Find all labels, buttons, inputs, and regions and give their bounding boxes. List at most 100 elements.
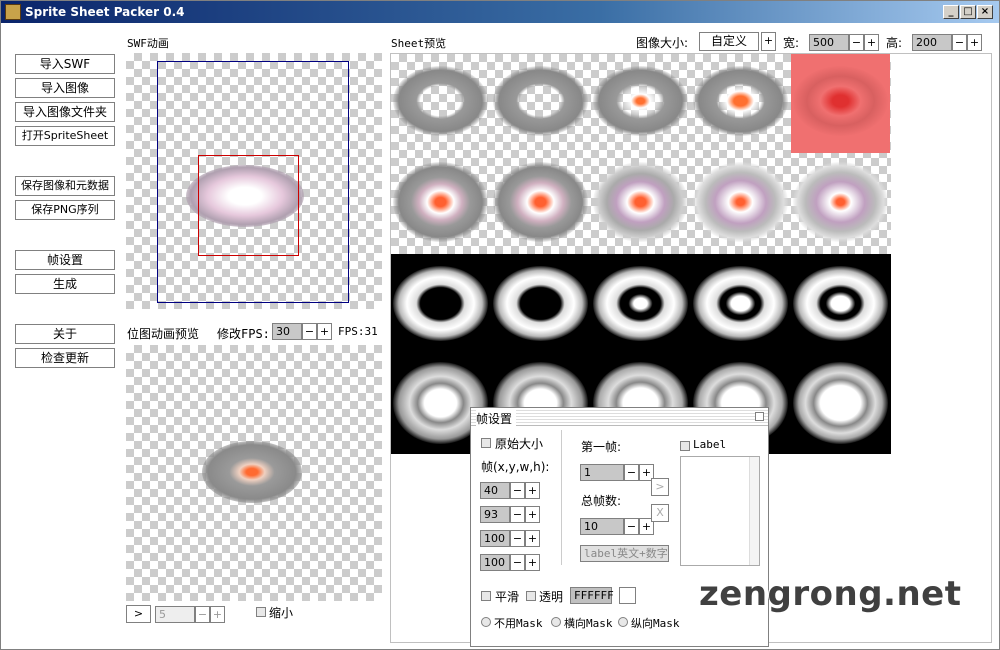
swf-panel-title: SWF动画 [127, 37, 169, 50]
save-png-sequence-button[interactable]: 保存PNG序列 [15, 200, 115, 220]
maximize-button[interactable]: □ [960, 5, 976, 19]
sheet-panel-title: Sheet预览 [391, 37, 447, 50]
smooth-label: 平滑 [495, 590, 520, 604]
shrink-checkbox[interactable] [256, 607, 266, 617]
rect-y-input[interactable]: 93 [480, 506, 510, 523]
rect-w-input[interactable]: 100 [480, 530, 510, 547]
app-icon [5, 4, 21, 20]
fps-input[interactable]: 30 [272, 323, 302, 340]
main-window: Sprite Sheet Packer 0.4 _ □ × 导入SWF 导入图像… [0, 0, 1000, 650]
label-hint-input[interactable]: label英文+数字 [580, 545, 669, 562]
first-frame-decrement[interactable]: − [624, 464, 639, 481]
rect-h-input[interactable]: 100 [480, 554, 510, 571]
rect-x-increment[interactable]: + [525, 482, 540, 499]
vertical-mask-label: 纵向Mask [631, 617, 680, 630]
size-mode-button[interactable]: 自定义 [699, 32, 759, 51]
window-title: Sprite Sheet Packer 0.4 [25, 5, 185, 19]
sheet-frame[interactable] [691, 54, 790, 153]
mask-frame[interactable] [791, 354, 890, 453]
rect-y-increment[interactable]: + [525, 506, 540, 523]
total-frames-input[interactable]: 10 [580, 518, 624, 535]
color-value-input[interactable]: FFFFFF [570, 587, 614, 604]
import-image-button[interactable]: 导入图像 [15, 78, 115, 98]
rect-x-input[interactable]: 40 [480, 482, 510, 499]
mask-frame[interactable] [391, 254, 490, 353]
transparent-checkbox[interactable] [526, 591, 536, 601]
shrink-label: 缩小 [269, 606, 294, 620]
width-input[interactable]: 500 [809, 34, 849, 51]
fps-label: 修改FPS: [217, 327, 270, 341]
generate-button[interactable]: 生成 [15, 274, 115, 294]
close-button[interactable]: × [977, 5, 993, 19]
height-label: 高: [886, 36, 903, 50]
sheet-frame-selected[interactable] [791, 54, 890, 153]
frame-decrement-button[interactable]: − [195, 606, 210, 623]
label-checkbox-label: Label [693, 438, 727, 451]
watermark-text: zengrong.net [699, 574, 962, 614]
dialog-close-icon[interactable] [755, 412, 764, 421]
check-update-button[interactable]: 检查更新 [15, 348, 115, 368]
rect-x-decrement[interactable]: − [510, 482, 525, 499]
sheet-frame[interactable] [691, 154, 790, 253]
original-size-label: 原始大小 [495, 437, 544, 451]
total-frames-label: 总帧数: [581, 494, 622, 508]
minimize-button[interactable]: _ [943, 5, 959, 19]
mask-frame[interactable] [591, 254, 690, 353]
about-button[interactable]: 关于 [15, 324, 115, 344]
save-image-metadata-button[interactable]: 保存图像和元数据 [15, 176, 115, 196]
total-frames-decrement[interactable]: − [624, 518, 639, 535]
transparent-label: 透明 [539, 590, 564, 604]
import-folder-button[interactable]: 导入图像文件夹 [15, 102, 115, 122]
bitmap-preview-canvas [126, 345, 382, 601]
mask-frame[interactable] [791, 254, 890, 353]
sheet-frame[interactable] [591, 54, 690, 153]
sheet-frame[interactable] [491, 54, 590, 153]
import-swf-button[interactable]: 导入SWF [15, 54, 115, 74]
rect-w-increment[interactable]: + [525, 530, 540, 547]
original-size-checkbox[interactable] [481, 438, 491, 448]
size-mode-add-button[interactable]: + [761, 32, 776, 51]
height-increment-button[interactable]: + [967, 34, 982, 51]
width-increment-button[interactable]: + [864, 34, 879, 51]
label-checkbox[interactable] [680, 441, 690, 451]
mask-frame[interactable] [691, 254, 790, 353]
mask-frame[interactable] [491, 254, 590, 353]
play-button[interactable]: > [126, 605, 151, 623]
add-label-arrow-button[interactable]: > [651, 478, 669, 496]
first-frame-input[interactable]: 1 [580, 464, 624, 481]
horizontal-mask-radio[interactable] [551, 617, 561, 627]
color-swatch[interactable] [619, 587, 636, 604]
label-list-scrollbar[interactable] [749, 457, 759, 565]
sheet-frame[interactable] [591, 154, 690, 253]
rect-w-decrement[interactable]: − [510, 530, 525, 547]
width-decrement-button[interactable]: − [849, 34, 864, 51]
remove-label-button[interactable]: X [651, 504, 669, 522]
no-mask-label: 不用Mask [494, 617, 543, 630]
height-decrement-button[interactable]: − [952, 34, 967, 51]
rect-h-decrement[interactable]: − [510, 554, 525, 571]
fps-increment-button[interactable]: + [317, 323, 332, 340]
open-spritesheet-button[interactable]: 打开SpriteSheet [15, 126, 115, 146]
width-label: 宽: [783, 36, 800, 50]
vertical-mask-radio[interactable] [618, 617, 628, 627]
sheet-frame[interactable] [391, 54, 490, 153]
smooth-checkbox[interactable] [481, 591, 491, 601]
frame-settings-button[interactable]: 帧设置 [15, 250, 115, 270]
label-list[interactable] [680, 456, 760, 566]
no-mask-radio[interactable] [481, 617, 491, 627]
swf-preview-canvas [126, 53, 382, 309]
sheet-color-image [391, 54, 891, 254]
sheet-frame[interactable] [791, 154, 890, 253]
swf-selection-rect [198, 155, 299, 256]
dialog-title-bar[interactable]: 帧设置 [471, 408, 768, 427]
image-size-label: 图像大小: [636, 36, 689, 50]
frame-increment-button[interactable]: + [210, 606, 225, 623]
rect-y-decrement[interactable]: − [510, 506, 525, 523]
height-input[interactable]: 200 [912, 34, 952, 51]
fps-status: FPS:31 [338, 325, 378, 338]
sheet-frame[interactable] [391, 154, 490, 253]
fps-decrement-button[interactable]: − [302, 323, 317, 340]
rect-h-increment[interactable]: + [525, 554, 540, 571]
frame-index-input[interactable]: 5 [155, 606, 195, 623]
sheet-frame[interactable] [491, 154, 590, 253]
